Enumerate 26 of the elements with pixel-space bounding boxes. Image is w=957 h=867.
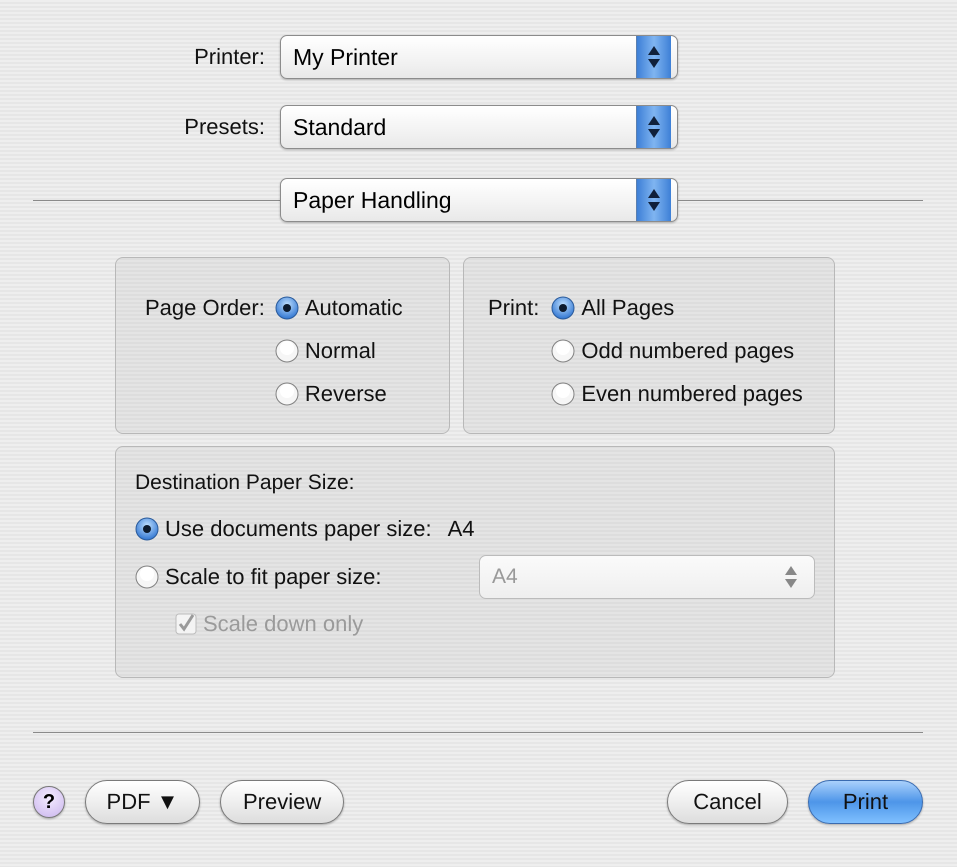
popup-menu[interactable]: Paper Handling [280,178,678,222]
push-button[interactable]: PDF ▼ [85,780,200,824]
field-label: Printer: [194,44,265,70]
radio-option[interactable]: Scale to fit paper size: [135,565,382,589]
popup-menu[interactable]: My Printer [280,35,678,79]
radio-option[interactable]: Odd numbered pages [551,339,803,363]
radio-option[interactable]: All Pages [551,296,803,320]
help-button[interactable]: ? [33,786,65,818]
field-label: Presets: [184,114,265,140]
group-label: Page Order: [145,296,265,320]
stepper-icon [785,566,797,588]
push-button[interactable]: Preview [220,780,344,824]
group-label: Print: [488,296,540,320]
radio-option[interactable]: Normal [274,339,403,363]
radio-option[interactable]: Reverse [274,382,403,406]
section-title: Destination Paper Size: [135,471,356,495]
push-button[interactable]: Print [808,780,923,824]
stepper-icon [648,46,660,68]
paper-size-value: A4 [448,517,474,541]
stepper-icon [648,189,660,211]
radio-option[interactable]: Use documents paper size: [135,517,432,541]
radio-option[interactable]: Even numbered pages [551,382,803,406]
stepper-icon [648,116,660,138]
popup-menu[interactable]: Standard [280,105,678,149]
push-button[interactable]: Cancel [667,780,788,824]
radio-option[interactable]: Automatic [274,296,403,320]
